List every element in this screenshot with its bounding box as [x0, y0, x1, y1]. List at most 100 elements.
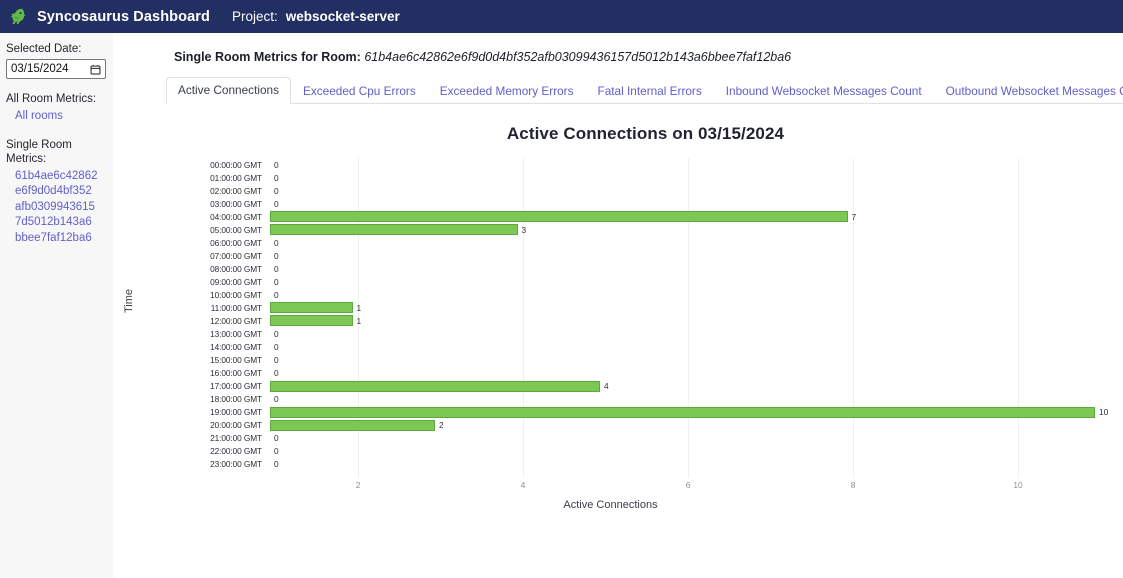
chart-bar-value-label: 0 — [274, 368, 279, 379]
sidebar: Selected Date: 03/15/2024 All Room Metri… — [0, 33, 113, 578]
project-name: websocket-server — [285, 9, 400, 24]
chart-y-tick-label: 04:00:00 GMT — [210, 211, 262, 222]
chart-y-tick-label: 18:00:00 GMT — [210, 394, 262, 405]
tab-exceeded-cpu-errors[interactable]: Exceeded Cpu Errors — [291, 78, 428, 104]
chart-area: Time 00:00:00 GMT 0 01:00:00 GMT 0 02:00:00 … — [113, 158, 1123, 518]
chart-bar-value-label: 0 — [274, 328, 279, 339]
chart-y-tick-label: 09:00:00 GMT — [210, 276, 262, 287]
chart-row: 02:00:00 GMT 0 — [198, 184, 1103, 197]
main-content: Single Room Metrics for Room: 61b4ae6c42… — [113, 33, 1123, 578]
chart-bar-value-label: 1 — [356, 302, 362, 313]
page-body: Selected Date: 03/15/2024 All Room Metri… — [0, 33, 1123, 578]
chart-row: 16:00:00 GMT 0 — [198, 367, 1103, 380]
chart-bar-container: 4 — [270, 380, 1103, 393]
chart-y-tick-label: 05:00:00 GMT — [210, 224, 262, 235]
chart-bar-container: 0 — [270, 184, 1103, 197]
chart-bar-value-label: 10 — [1099, 407, 1109, 418]
calendar-icon[interactable] — [90, 64, 101, 75]
chart-bar-value-label: 4 — [604, 381, 609, 392]
selected-date-label: Selected Date: — [6, 43, 82, 55]
chart-y-tick-label: 21:00:00 GMT — [210, 433, 262, 444]
chart-row: 22:00:00 GMT 0 — [198, 445, 1103, 458]
chart-y-tick-label: 11:00:00 GMT — [210, 302, 262, 313]
chart-y-tick-label: 13:00:00 GMT — [210, 328, 262, 339]
chart-x-tick-label: 2 — [355, 480, 361, 490]
chart-bar-container: 0 — [270, 353, 1103, 366]
chart-row: 11:00:00 GMT 1 — [198, 301, 1103, 314]
chart-bar[interactable] — [270, 380, 600, 392]
chart-row: 17:00:00 GMT 4 — [198, 380, 1103, 393]
chart-y-tick-label: 12:00:00 GMT — [210, 315, 262, 326]
chart-row: 00:00:00 GMT 0 — [198, 158, 1103, 171]
chart-y-tick-label: 07:00:00 GMT — [210, 250, 262, 261]
chart-x-axis-ticks: 2 4 6 8 10 — [193, 478, 1023, 496]
chart-bar-value-label: 7 — [851, 211, 857, 222]
chart-bar-value-label: 0 — [274, 459, 279, 470]
chart-bar-container: 0 — [270, 327, 1103, 340]
chart-bar-value-label: 0 — [274, 341, 279, 352]
chart-y-tick-label: 19:00:00 GMT — [210, 407, 262, 418]
chart-bar-container: 0 — [270, 158, 1103, 171]
chart-y-tick-label: 20:00:00 GMT — [210, 420, 262, 431]
app-brand-title: Syncosaurus Dashboard — [37, 8, 210, 25]
chart-row: 19:00:00 GMT 10 — [198, 406, 1108, 419]
chart-row: 04:00:00 GMT 7 — [198, 210, 1103, 223]
chart-bar-container: 0 — [270, 367, 1103, 380]
chart-bar[interactable] — [270, 224, 518, 236]
chart-bar-value-label: 3 — [521, 224, 527, 235]
chart-bar-value-label: 0 — [274, 276, 279, 287]
sidebar-link-all-rooms[interactable]: All rooms — [6, 109, 107, 125]
tab-exceeded-memory-errors[interactable]: Exceeded Memory Errors — [428, 78, 586, 104]
chart-y-tick-label: 16:00:00 GMT — [210, 368, 262, 379]
tab-outbound-websocket-messages-count[interactable]: Outbound Websocket Messages Count — [934, 78, 1123, 104]
chart-bar[interactable] — [270, 211, 848, 223]
chart-y-tick-label: 08:00:00 GMT — [210, 263, 262, 274]
chart-row: 06:00:00 GMT 0 — [198, 236, 1103, 249]
chart-bar-container: 0 — [270, 249, 1103, 262]
chart-row: 18:00:00 GMT 0 — [198, 393, 1103, 406]
chart-row: 05:00:00 GMT 3 — [198, 223, 1103, 236]
chart-row: 12:00:00 GMT 1 — [198, 314, 1103, 327]
chart-bar-value-label: 2 — [439, 420, 444, 431]
chart-bar-container: 0 — [270, 393, 1103, 406]
chart-bar-container: 1 — [270, 301, 1103, 314]
chart-y-tick-label: 03:00:00 GMT — [210, 198, 262, 209]
chart-bar-container: 0 — [270, 171, 1103, 184]
chart-y-tick-label: 01:00:00 GMT — [210, 172, 262, 183]
tab-fatal-internal-errors[interactable]: Fatal Internal Errors — [586, 78, 714, 104]
chart-bar-container: 0 — [270, 275, 1103, 288]
chart-bar-value-label: 0 — [274, 289, 279, 300]
chart-y-tick-label: 10:00:00 GMT — [210, 289, 262, 300]
chart-title: Active Connections on 03/15/2024 — [506, 124, 785, 143]
chart-x-tick-label: 6 — [685, 480, 691, 490]
chart-bar-container: 7 — [270, 210, 1103, 223]
sidebar-link-room-id[interactable]: 61b4ae6c42862e6f9d0d4bf352afb03099436157… — [6, 169, 98, 247]
chart-bar-value-label: 0 — [274, 263, 279, 274]
chart-row: 07:00:00 GMT 0 — [198, 249, 1103, 262]
chart-bar[interactable] — [270, 419, 435, 431]
chart-bar[interactable] — [270, 406, 1095, 418]
chart-row: 21:00:00 GMT 0 — [198, 432, 1103, 445]
selected-date-input[interactable]: 03/15/2024 — [6, 59, 106, 79]
chart-bar[interactable] — [270, 315, 353, 327]
chart-row: 20:00:00 GMT 2 — [198, 419, 1103, 432]
project-label: Project: — [231, 9, 278, 24]
chart-bar-container: 2 — [270, 419, 1103, 432]
chart-x-tick-label: 4 — [520, 480, 526, 490]
top-navbar: Syncosaurus Dashboard Project: websocket… — [0, 0, 1123, 33]
tab-active-connections[interactable]: Active Connections — [166, 77, 291, 104]
chart-bar[interactable] — [270, 302, 353, 314]
chart-bar-value-label: 0 — [274, 446, 279, 457]
chart-y-tick-label: 06:00:00 GMT — [210, 237, 262, 248]
chart-y-axis-label: Time — [123, 288, 135, 313]
chart-bar-container: 0 — [270, 236, 1103, 249]
chart-row: 23:00:00 GMT 0 — [198, 458, 1103, 471]
chart-y-tick-label: 15:00:00 GMT — [210, 354, 262, 365]
chart-row: 10:00:00 GMT 0 — [198, 288, 1103, 301]
tab-inbound-websocket-messages-count[interactable]: Inbound Websocket Messages Count — [714, 78, 934, 104]
chart-row: 13:00:00 GMT 0 — [198, 327, 1103, 340]
chart-bar-container: 10 — [270, 406, 1108, 419]
chart-bar-container: 1 — [270, 314, 1103, 327]
chart-y-tick-label: 17:00:00 GMT — [210, 381, 262, 392]
chart-bar-container: 3 — [270, 223, 1103, 236]
